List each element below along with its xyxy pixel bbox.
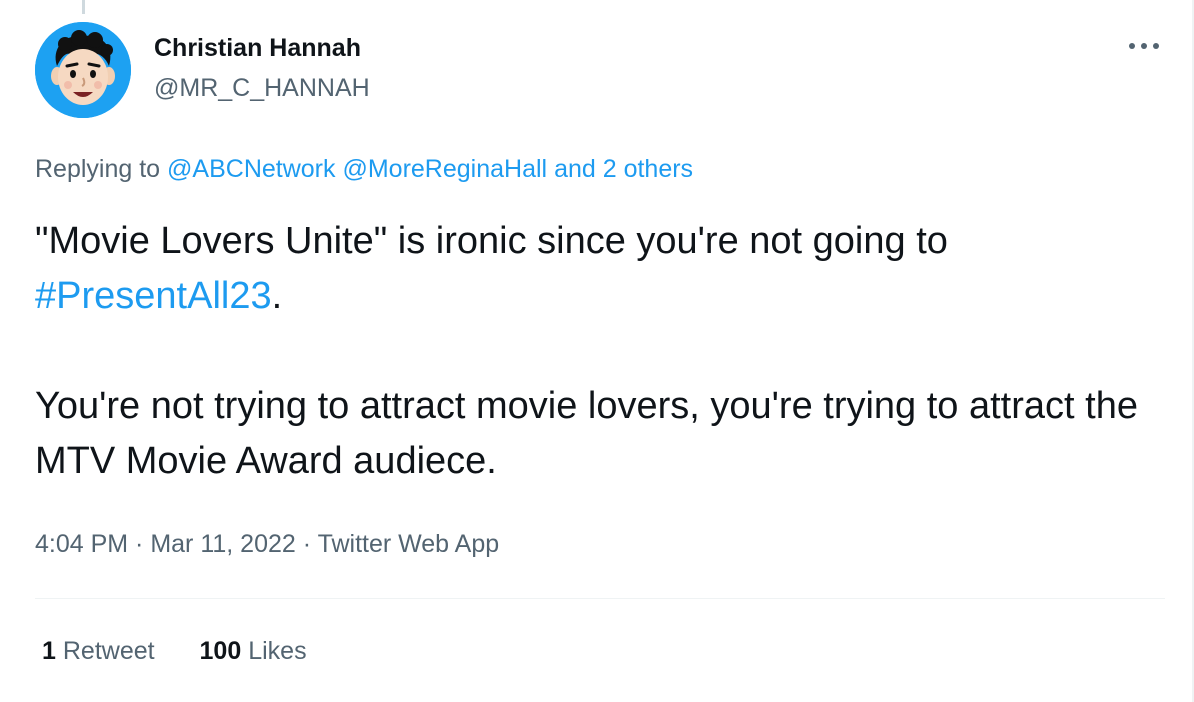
- mention-abcnetwork[interactable]: @ABCNetwork: [167, 155, 335, 183]
- tweet-text: "Movie Lovers Unite" is ironic since you…: [35, 214, 1165, 489]
- tweet-paragraph-2: You're not trying to attract movie lover…: [35, 385, 1138, 482]
- tweet-date[interactable]: Mar 11, 2022: [150, 530, 295, 558]
- retweets-stat[interactable]: 1 Retweet: [42, 637, 155, 666]
- avatar[interactable]: [35, 22, 131, 118]
- likes-label: Likes: [248, 637, 307, 665]
- hashtag-link[interactable]: #PresentAll23: [35, 275, 272, 317]
- thread-connector-line: [82, 0, 85, 14]
- divider: [35, 598, 1165, 599]
- meta-separator: ·: [128, 530, 151, 558]
- tweet-paragraph-1: "Movie Lovers Unite" is ironic since you…: [35, 214, 1165, 324]
- tweet-time[interactable]: 4:04 PM: [35, 530, 128, 558]
- author-name[interactable]: Christian Hannah: [154, 34, 361, 63]
- retweets-count: 1: [42, 637, 56, 665]
- more-horizontal-icon: [1129, 43, 1159, 49]
- mention-others-link[interactable]: and 2 others: [554, 155, 693, 183]
- replying-to: Replying to @ABCNetwork @MoreReginaHall …: [35, 155, 693, 184]
- tweet-source[interactable]: Twitter Web App: [318, 530, 500, 558]
- likes-stat[interactable]: 100 Likes: [200, 637, 307, 666]
- replying-to-label: Replying to: [35, 155, 161, 183]
- tweet-punctuation: .: [271, 275, 283, 317]
- tweet-metadata: 4:04 PM · Mar 11, 2022 · Twitter Web App: [35, 530, 499, 559]
- author-handle[interactable]: @MR_C_HANNAH: [154, 74, 370, 103]
- meta-separator: ·: [295, 530, 318, 558]
- tweet-line-text: "Movie Lovers Unite" is ironic since you…: [35, 220, 948, 262]
- mention-morereginahall[interactable]: @MoreReginaHall: [342, 155, 547, 183]
- tweet-stats: 1 Retweet 100 Likes: [42, 637, 345, 666]
- cartoon-face-avatar-icon: [35, 22, 131, 118]
- retweets-label: Retweet: [62, 637, 155, 665]
- likes-count: 100: [199, 637, 242, 665]
- more-options-button[interactable]: [1124, 34, 1164, 58]
